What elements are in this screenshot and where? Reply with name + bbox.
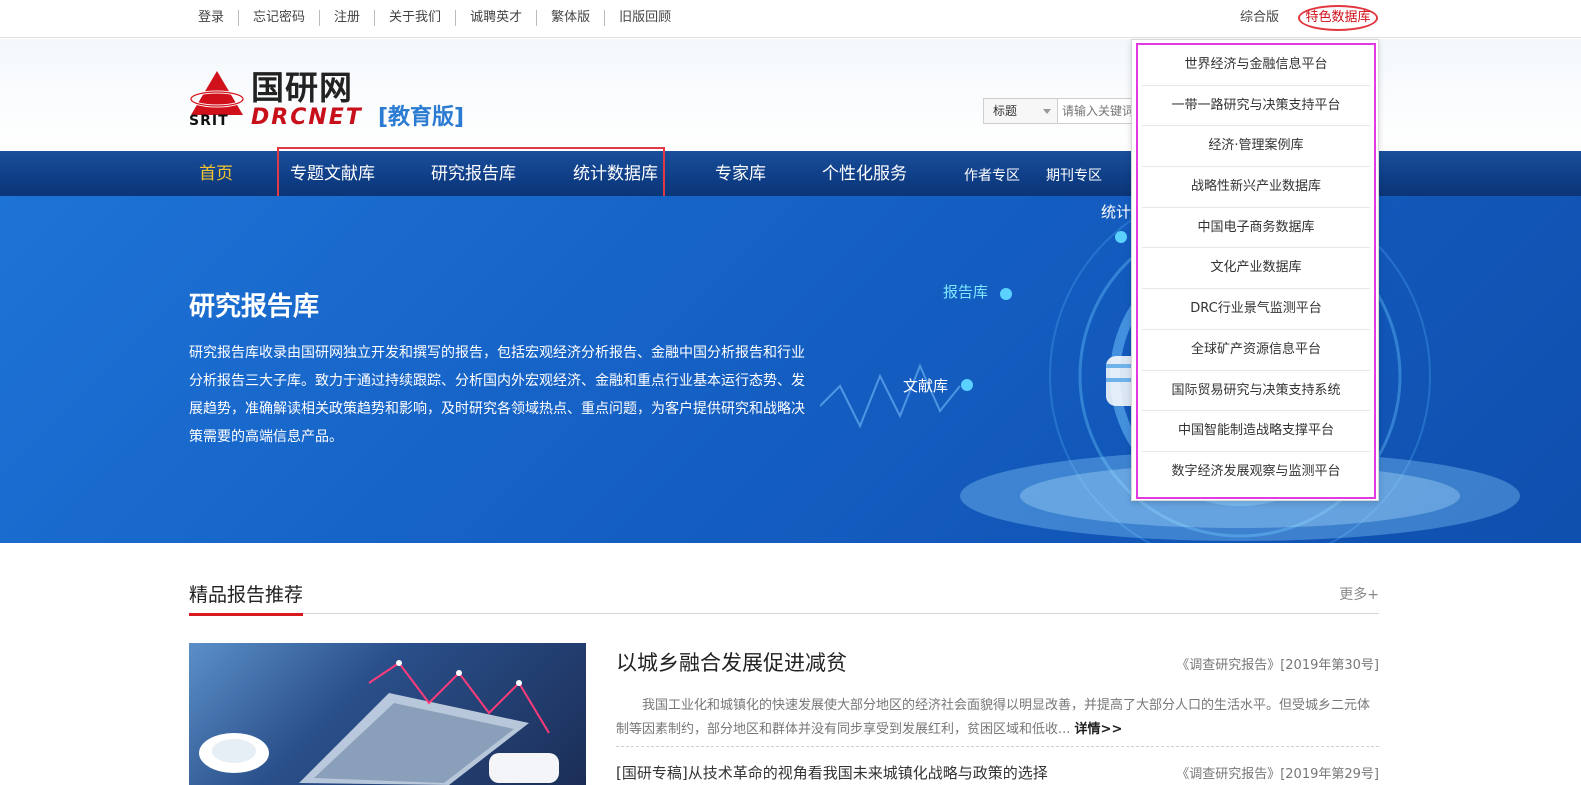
edition-label: [教育版]: [378, 105, 465, 130]
nav-home[interactable]: 首页: [199, 163, 233, 185]
article-source: 《调查研究报告》[2019年第30号]: [1176, 658, 1379, 673]
divider: [616, 746, 1379, 747]
article-item: 以城乡融合发展促进减贫 《调查研究报告》[2019年第30号] 我国工业化和城镇…: [616, 648, 1379, 747]
dropdown-item[interactable]: 文化产业数据库: [1142, 248, 1370, 290]
more-link[interactable]: 更多+: [1339, 584, 1379, 604]
stats-label: 统计: [1101, 203, 1132, 221]
nav-experts[interactable]: 专家库: [715, 163, 766, 185]
srit-logo-icon: [189, 71, 245, 115]
login-link[interactable]: 登录: [198, 10, 240, 26]
dropdown-item[interactable]: 中国电子商务数据库: [1142, 208, 1370, 249]
dropdown-item[interactable]: 中国智能制造战略支撑平台: [1142, 411, 1370, 452]
old-version-link[interactable]: 旧版回顾: [605, 10, 685, 26]
recommend-section-header: 精品报告推荐 更多+: [189, 576, 1379, 616]
dropdown-item[interactable]: 全球矿产资源信息平台: [1142, 330, 1370, 371]
article-summary: 我国工业化和城镇化的快速发展使大部分地区的经济社会面貌得以明显改善，并提高了大部…: [616, 694, 1379, 742]
special-database-link[interactable]: 特色数据库: [1298, 5, 1378, 31]
banner-description: 研究报告库收录由国研网独立开发和撰写的报告，包括宏观经济分析报告、金融中国分析报…: [189, 345, 805, 445]
report-library-label: 报告库: [943, 283, 989, 301]
traditional-chinese-link[interactable]: 繁体版: [537, 10, 606, 26]
special-database-dropdown: 世界经济与金融信息平台 一带一路研究与决策支持平台 经济·管理案例库 战略性新兴…: [1131, 39, 1379, 501]
register-link[interactable]: 注册: [320, 10, 376, 26]
dropdown-item[interactable]: DRC行业景气监测平台: [1142, 289, 1370, 330]
section-title: 精品报告推荐: [189, 580, 304, 616]
article-item: [国研专稿]从技术革命的视角看我国未来城镇化战略与政策的选择 《调查研究报告》[…: [616, 762, 1379, 783]
comprehensive-edition-link[interactable]: 综合版: [1240, 10, 1279, 26]
top-links: 登录 忘记密码 注册 关于我们 诚聘英才 繁体版 旧版回顾: [198, 10, 685, 26]
article-thumbnail[interactable]: [189, 643, 586, 785]
special-database-list: 世界经济与金融信息平台 一带一路研究与决策支持平台 经济·管理案例库 战略性新兴…: [1142, 45, 1370, 493]
search-field-select[interactable]: 标题: [984, 99, 1058, 123]
dropdown-item[interactable]: 世界经济与金融信息平台: [1142, 45, 1370, 86]
nav-personalized-service[interactable]: 个性化服务: [822, 163, 907, 185]
about-us-link[interactable]: 关于我们: [375, 10, 457, 26]
logo-drcnet: DRCNET: [251, 105, 363, 130]
banner-title: 研究报告库: [189, 292, 320, 322]
article-summary-text: 我国工业化和城镇化的快速发展使大部分地区的经济社会面貌得以明显改善，并提高了大部…: [616, 698, 1371, 737]
article-source: 《调查研究报告》[2019年第29号]: [1176, 767, 1379, 782]
logo-srit: SRIT: [189, 113, 229, 129]
dropdown-item[interactable]: 一带一路研究与决策支持平台: [1142, 86, 1370, 127]
details-link[interactable]: 详情>>: [1075, 722, 1123, 737]
search-field-value: 标题: [993, 104, 1018, 118]
dropdown-item[interactable]: 战略性新兴产业数据库: [1142, 167, 1370, 208]
nav-journal-zone[interactable]: 期刊专区: [1046, 165, 1102, 187]
nav-author-zone[interactable]: 作者专区: [964, 165, 1020, 187]
dropdown-item[interactable]: 经济·管理案例库: [1142, 126, 1370, 168]
laptop-chart-image: [199, 660, 559, 785]
site-logo[interactable]: 国研网 SRIT DRCNET [教育版]: [189, 68, 469, 131]
search-box: 标题: [983, 98, 1139, 124]
chevron-down-icon: [1043, 109, 1051, 114]
logo-chinese-name: 国研网: [251, 68, 353, 107]
dropdown-item[interactable]: 国际贸易研究与决策支持系统: [1142, 371, 1370, 412]
top-bar: 登录 忘记密码 注册 关于我们 诚聘英才 繁体版 旧版回顾 综合版 特色数据库: [0, 0, 1581, 38]
careers-link[interactable]: 诚聘英才: [456, 10, 538, 26]
dropdown-item[interactable]: 数字经济发展观察与监测平台: [1142, 452, 1370, 493]
search-input[interactable]: [1058, 99, 1138, 123]
article-title[interactable]: [国研专稿]从技术革命的视角看我国未来城镇化战略与政策的选择: [616, 764, 1048, 782]
forgot-password-link[interactable]: 忘记密码: [239, 10, 321, 26]
literature-library-label: 文献库: [903, 377, 949, 395]
